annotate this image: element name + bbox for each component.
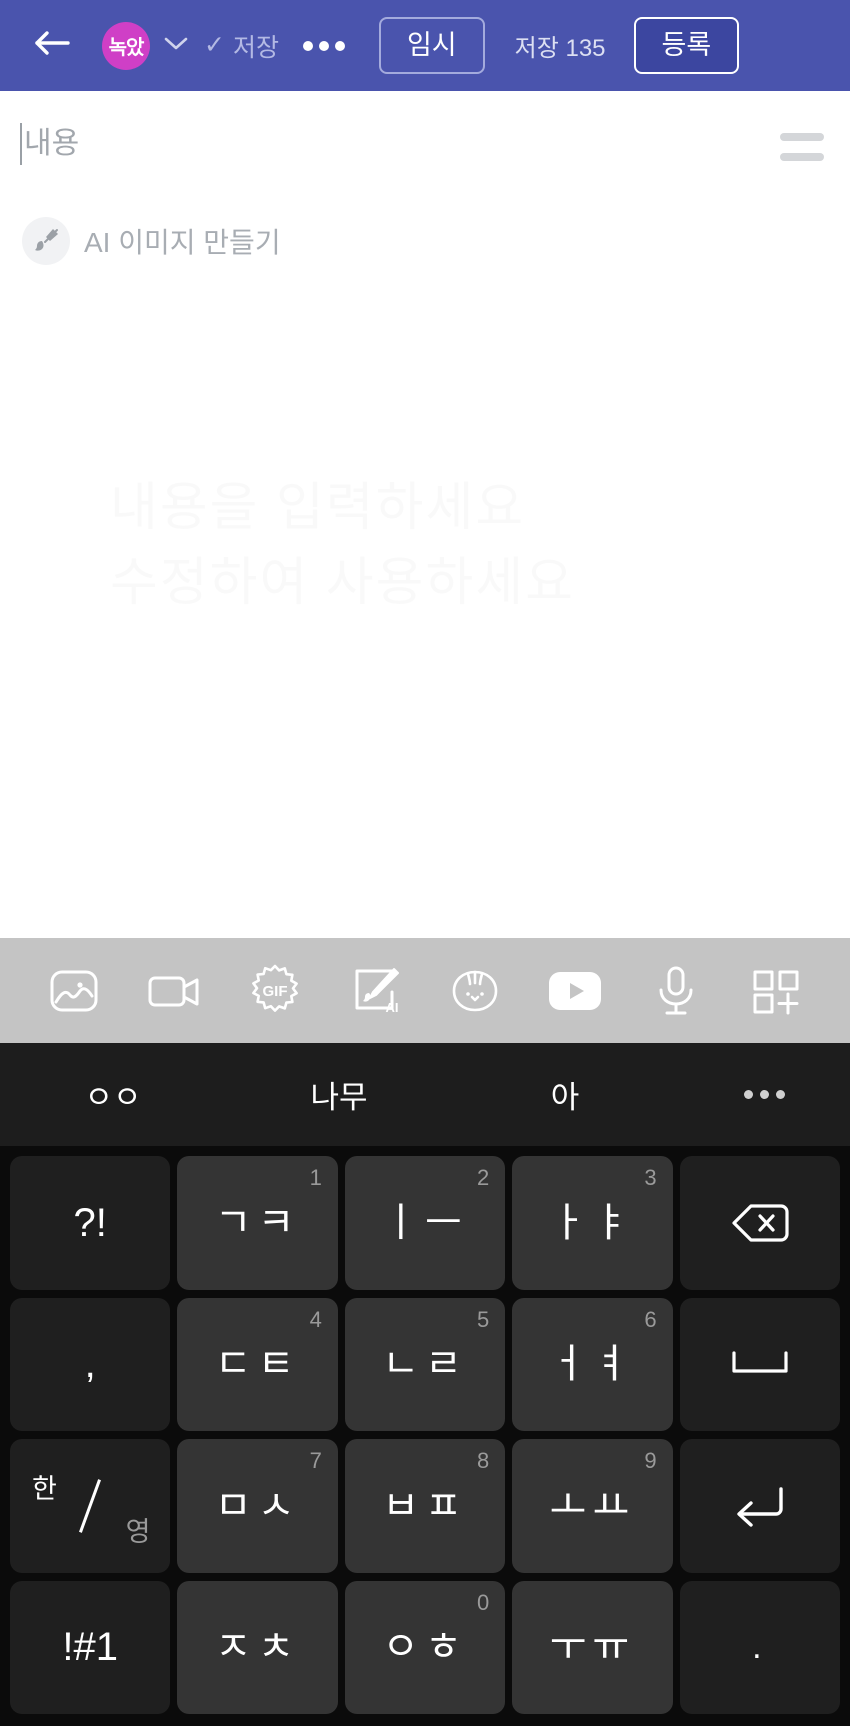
enter-icon (731, 1481, 789, 1531)
text-caret (20, 123, 22, 165)
image-icon (46, 963, 102, 1019)
lang-korean-label: 한 (32, 1474, 57, 1504)
more-dots-icon (334, 40, 345, 51)
avatar[interactable]: 녹았 (102, 21, 150, 70)
more-dots-icon (759, 1090, 769, 1099)
youtube-icon (544, 966, 606, 1016)
keyboard-row: !#1 ㅈㅊ 0 ㅇㅎ ㅜㅠ . (6, 1577, 844, 1719)
back-button[interactable] (26, 20, 78, 72)
suggestion-item[interactable]: ㅇㅇ (0, 1072, 226, 1117)
suggestion-item[interactable]: 아 (452, 1072, 678, 1117)
key-giyeok-kieuk[interactable]: 1 ㄱㅋ (177, 1156, 338, 1290)
key-symbols-numbers[interactable]: !#1 (10, 1580, 171, 1714)
ai-image-create-label: AI 이미지 만들기 (84, 227, 281, 258)
autosave-label: 저장 (232, 33, 279, 62)
key-enter[interactable] (679, 1439, 841, 1573)
lang-english-label: 영 (125, 1516, 151, 1547)
more-options-button[interactable] (302, 40, 345, 51)
attach-ai-draw-button[interactable]: AI (325, 938, 425, 1043)
korean-keyboard: ?! 1 ㄱㅋ 2 ㅣㅡ 3 ㅏㅑ , 4 ㄷㅌ 5 ㄴㄹ 6 ㅓㅕ 한 영 7… (0, 1146, 850, 1726)
attach-gif-button[interactable]: GIF (225, 938, 325, 1043)
microphone-icon (650, 962, 702, 1020)
key-a-ya[interactable]: 3 ㅏㅑ (512, 1156, 673, 1290)
lang-slash-divider (79, 1478, 102, 1533)
key-o-yo[interactable]: 9 ㅗㅛ (512, 1439, 673, 1573)
key-eo-yeo[interactable]: 6 ㅓㅕ (512, 1297, 673, 1431)
spacebar-icon (728, 1347, 792, 1381)
ai-draw-icon: AI (346, 962, 404, 1020)
sticker-icon (446, 963, 504, 1019)
hamburger-lines-icon (780, 153, 824, 161)
more-dots-icon (743, 1090, 753, 1099)
key-ieung-hieut[interactable]: 0 ㅇㅎ (344, 1580, 506, 1714)
key-i-eu[interactable]: 2 ㅣㅡ (344, 1156, 506, 1290)
attach-video-button[interactable] (124, 938, 224, 1043)
video-icon (145, 963, 203, 1019)
key-digeut-tieut[interactable]: 4 ㄷㅌ (177, 1297, 338, 1431)
more-dots-icon (775, 1090, 785, 1099)
svg-text:AI: AI (385, 1000, 398, 1015)
gif-icon: GIF (246, 962, 304, 1020)
key-comma[interactable]: , (10, 1297, 171, 1431)
back-arrow-icon (32, 26, 72, 65)
paint-brush-icon (22, 217, 70, 265)
key-mieum-siot[interactable]: 7 ㅁㅅ (177, 1439, 338, 1573)
more-dots-icon (318, 40, 329, 51)
hamburger-lines-icon (780, 133, 824, 141)
svg-text:GIF: GIF (262, 983, 287, 1000)
backspace-icon (729, 1200, 791, 1246)
keyboard-suggestion-bar: ㅇㅇ 나무 아 (0, 1043, 850, 1146)
ai-image-create-button[interactable]: AI 이미지 만들기 (0, 173, 850, 265)
chevron-down-icon (163, 34, 189, 57)
key-bieup-pieup[interactable]: 8 ㅂㅍ (344, 1439, 506, 1573)
attach-toolbar: GIF AI (0, 938, 850, 1043)
app-header: 녹았 ✓ 저장 임시 저장 135 등록 (0, 0, 850, 91)
lang-toggle-graphic: 한 영 (10, 1439, 170, 1573)
keyboard-row: , 4 ㄷㅌ 5 ㄴㄹ 6 ㅓㅕ (6, 1294, 844, 1436)
key-u-yu[interactable]: ㅜㅠ (512, 1580, 673, 1714)
key-space[interactable] (679, 1297, 841, 1431)
key-backspace[interactable] (679, 1156, 841, 1290)
keyboard-row: ?! 1 ㄱㅋ 2 ㅣㅡ 3 ㅏㅑ (6, 1152, 844, 1294)
attach-youtube-button[interactable] (525, 938, 625, 1043)
submit-button[interactable]: 등록 (633, 17, 740, 74)
keyboard-row: 한 영 7 ㅁㅅ 8 ㅂㅍ 9 ㅗㅛ (6, 1435, 844, 1577)
check-icon: ✓ (204, 31, 225, 59)
editor-watermark: 내용을 입력하세요 수정하여 사용하세요 (110, 471, 575, 622)
more-dots-icon (302, 40, 313, 51)
key-language-toggle[interactable]: 한 영 (10, 1439, 171, 1573)
saved-count-label: 저장 135 (514, 35, 606, 62)
body-input[interactable]: 내용 (20, 123, 780, 165)
editor-area[interactable]: 내용을 입력하세요 수정하여 사용하세요 내용 AI 이미지 만들기 (0, 91, 850, 938)
editor-menu-button[interactable] (780, 123, 824, 173)
attach-sticker-button[interactable] (425, 938, 525, 1043)
attach-image-button[interactable] (24, 938, 124, 1043)
key-nieun-rieul[interactable]: 5 ㄴㄹ (344, 1297, 506, 1431)
avatar-label: 녹았 (108, 37, 145, 59)
attach-voice-button[interactable] (626, 938, 726, 1043)
draft-button[interactable]: 임시 (378, 17, 485, 74)
suggestion-item[interactable]: 나무 (226, 1072, 452, 1117)
attach-more-button[interactable] (726, 938, 826, 1043)
key-jieut-chieut[interactable]: ㅈㅊ (177, 1580, 338, 1714)
autosave-status: ✓ 저장 (204, 28, 279, 64)
more-grid-icon (747, 963, 805, 1019)
suggestion-more-button[interactable] (678, 1090, 850, 1099)
body-placeholder: 내용 (24, 127, 80, 160)
board-select-button[interactable] (158, 28, 194, 64)
key-period[interactable]: . (679, 1580, 841, 1714)
key-punctuation-qm[interactable]: ?! (10, 1156, 171, 1290)
